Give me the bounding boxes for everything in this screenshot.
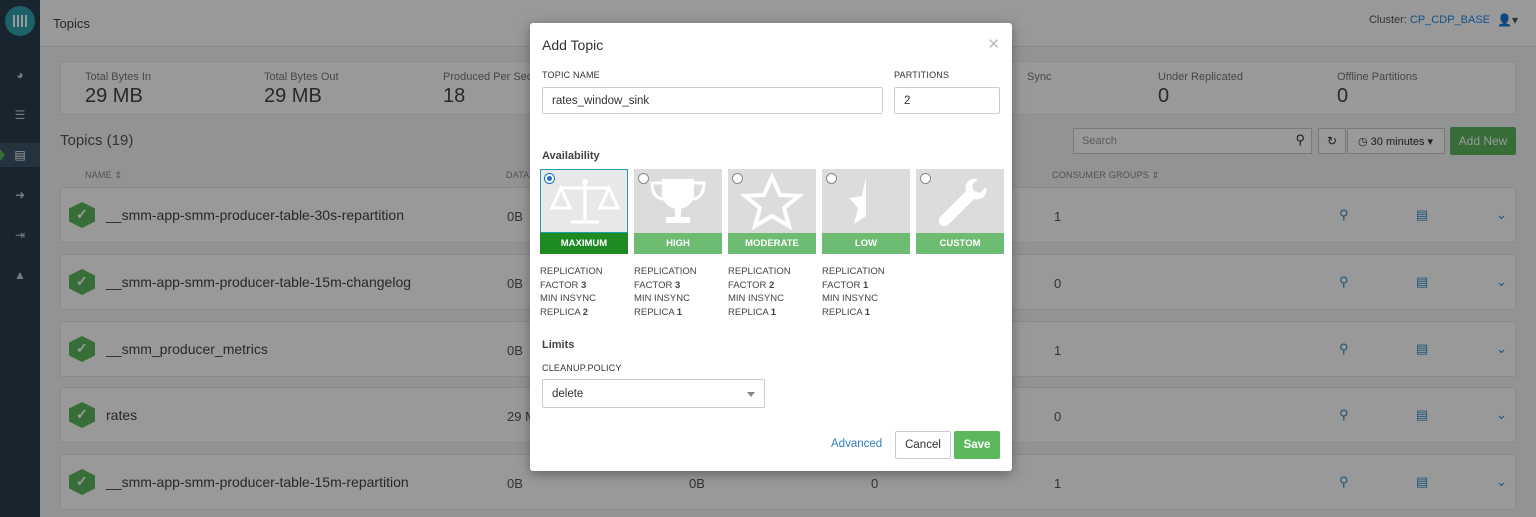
availability-option-custom[interactable]: CUSTOM <box>916 169 1004 256</box>
cleanup-policy-select[interactable]: delete <box>542 379 765 408</box>
advanced-link[interactable]: Advanced <box>831 438 882 450</box>
availability-option-high[interactable]: HIGH <box>634 169 722 256</box>
availability-heading: Availability <box>542 150 600 162</box>
option-radio[interactable] <box>638 173 649 184</box>
replica-value: 1 <box>676 306 683 318</box>
replica-text: REPLICA <box>728 306 769 318</box>
dialog-title: Add Topic <box>542 37 604 53</box>
replica-text: REPLICA <box>634 306 675 318</box>
availability-option-maximum[interactable]: MAXIMUM <box>540 169 628 256</box>
replication-info-high: REPLICATION FACTOR 3 MIN INSYNC REPLICA … <box>634 265 697 319</box>
factor-value: 3 <box>581 279 587 291</box>
option-label: MODERATE <box>728 233 816 254</box>
cancel-button[interactable]: Cancel <box>895 431 951 459</box>
option-radio[interactable] <box>920 173 931 184</box>
cleanup-policy-label: CLEANUP.POLICY <box>542 363 622 373</box>
add-topic-dialog: Add Topic ✕ TOPIC NAME rates_window_sink… <box>530 23 1012 471</box>
replication-info-low: REPLICATION FACTOR 1 MIN INSYNC REPLICA … <box>822 265 885 319</box>
option-label: LOW <box>822 233 910 254</box>
option-label: CUSTOM <box>916 233 1004 254</box>
min-insync-text: MIN INSYNC <box>728 293 784 304</box>
factor-text: FACTOR <box>728 279 767 291</box>
replication-text: REPLICATION <box>634 266 697 277</box>
caret-down-icon <box>747 392 755 397</box>
cleanup-policy-value: delete <box>552 388 584 400</box>
option-label: MAXIMUM <box>540 233 628 254</box>
replica-value: 1 <box>864 306 871 318</box>
replica-text: REPLICA <box>540 306 581 318</box>
factor-value: 3 <box>675 279 681 291</box>
availability-option-low[interactable]: LOW <box>822 169 910 256</box>
partitions-input[interactable]: 2 <box>894 87 1000 114</box>
factor-value: 1 <box>863 279 869 291</box>
min-insync-text: MIN INSYNC <box>822 293 878 304</box>
replication-text: REPLICATION <box>728 266 791 277</box>
topic-name-label: TOPIC NAME <box>542 70 600 80</box>
min-insync-text: MIN INSYNC <box>540 293 596 304</box>
save-button[interactable]: Save <box>954 431 1000 459</box>
option-label: HIGH <box>634 233 722 254</box>
option-radio[interactable] <box>826 173 837 184</box>
option-radio[interactable] <box>732 173 743 184</box>
close-icon[interactable]: ✕ <box>987 35 1000 53</box>
topic-name-input[interactable]: rates_window_sink <box>542 87 883 114</box>
replication-text: REPLICATION <box>540 266 603 277</box>
replication-info-moderate: REPLICATION FACTOR 2 MIN INSYNC REPLICA … <box>728 265 791 319</box>
replica-text: REPLICA <box>822 306 863 318</box>
factor-text: FACTOR <box>540 279 579 291</box>
replica-value: 1 <box>770 306 777 318</box>
partitions-label: PARTITIONS <box>894 70 950 80</box>
replication-info-maximum: REPLICATION FACTOR 3 MIN INSYNC REPLICA … <box>540 265 603 319</box>
option-radio[interactable] <box>544 173 555 184</box>
replication-text: REPLICATION <box>822 266 885 277</box>
availability-option-moderate[interactable]: MODERATE <box>728 169 816 256</box>
replica-value: 2 <box>582 306 589 318</box>
limits-heading: Limits <box>542 339 575 351</box>
factor-value: 2 <box>769 279 775 291</box>
factor-text: FACTOR <box>634 279 673 291</box>
min-insync-text: MIN INSYNC <box>634 293 690 304</box>
factor-text: FACTOR <box>822 279 861 291</box>
